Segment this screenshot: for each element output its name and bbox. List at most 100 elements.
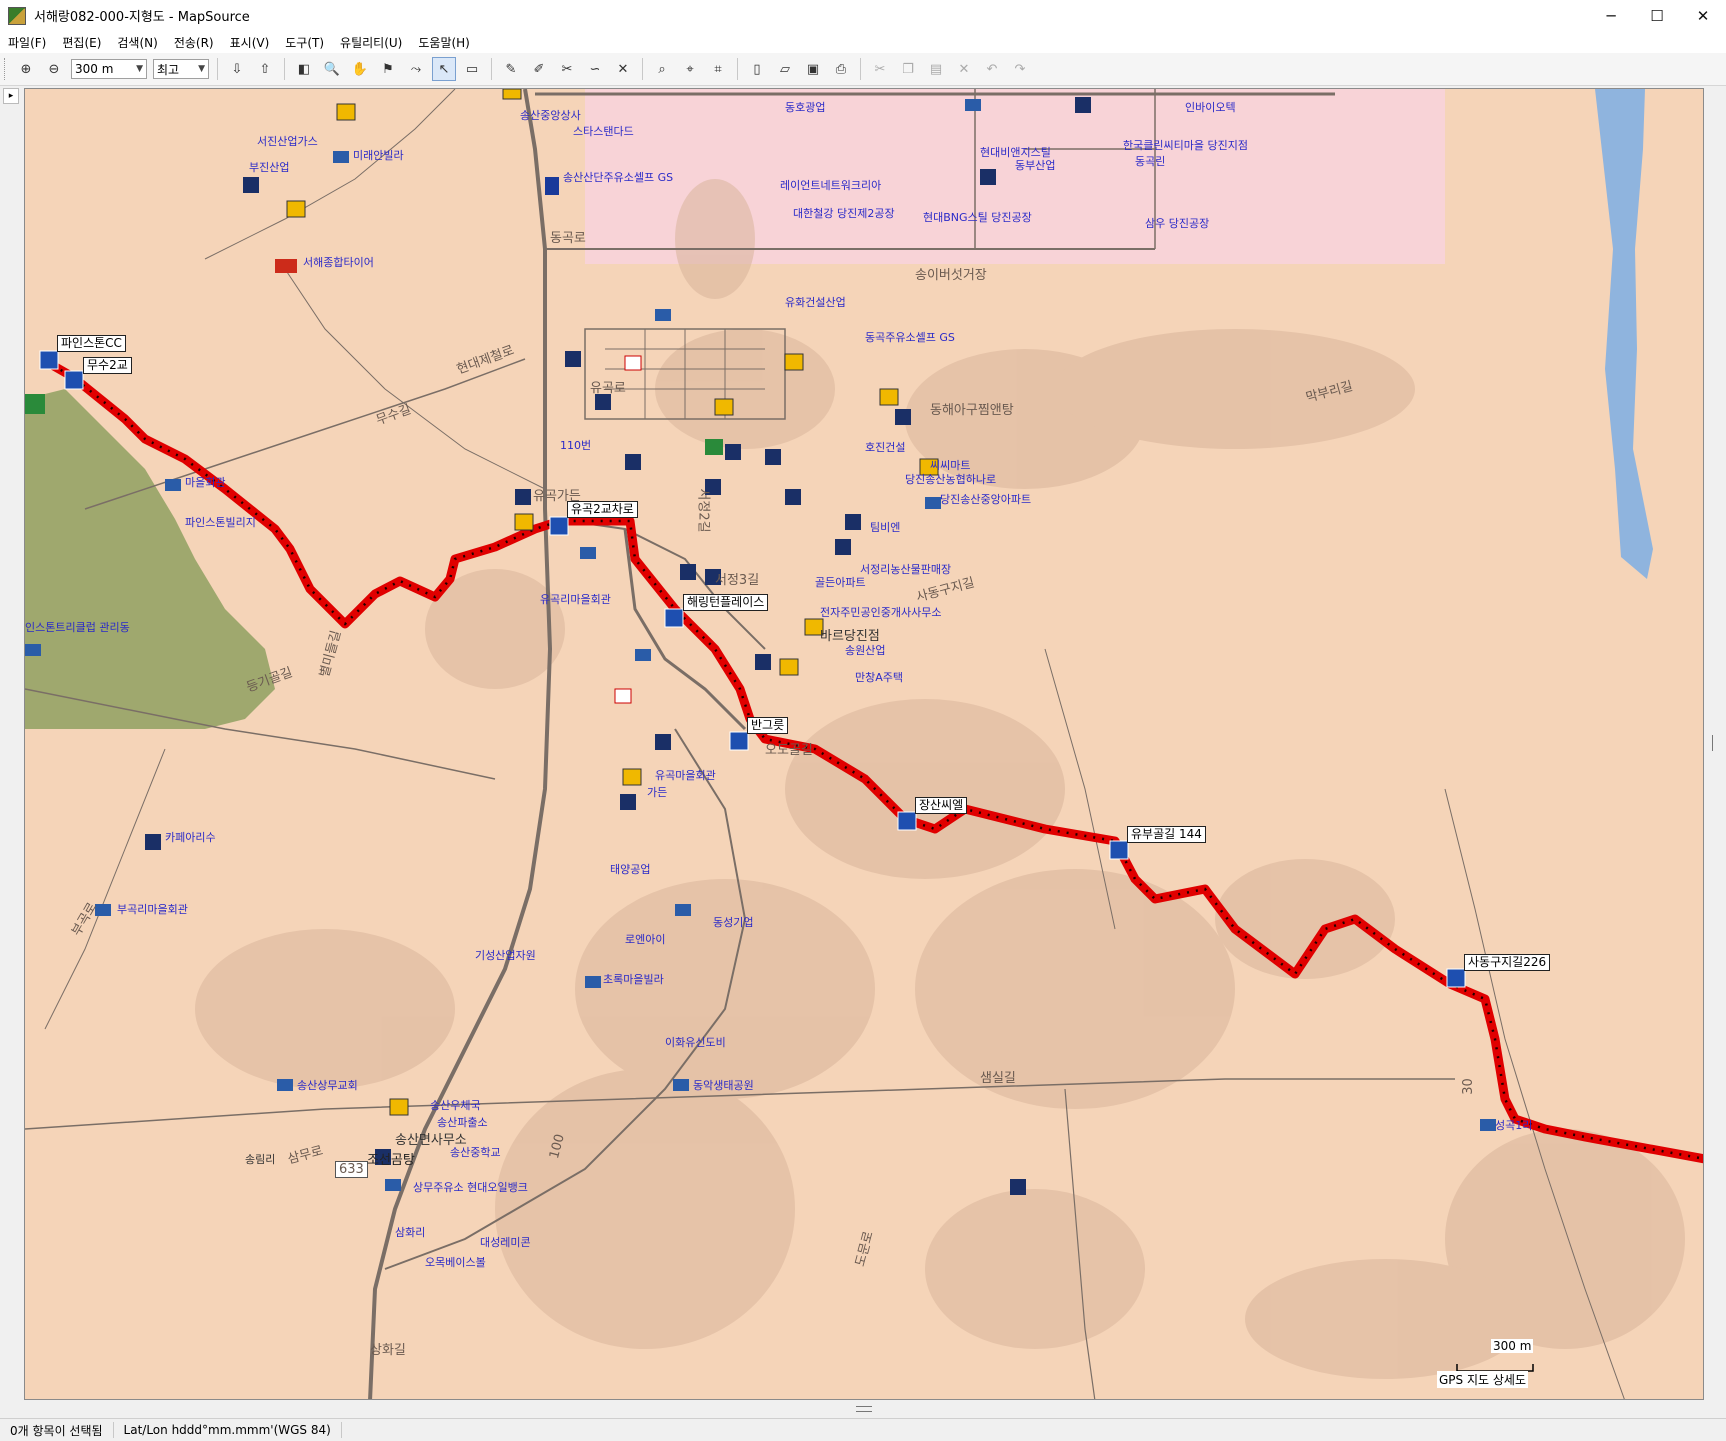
menu-search[interactable]: 검색(N)	[109, 34, 165, 51]
zoom-in-icon[interactable]: ⊕	[14, 57, 38, 81]
camera-icon	[675, 904, 691, 916]
find-icon[interactable]: ⌕	[650, 57, 674, 81]
toolbar-separator	[284, 58, 285, 80]
send-to-device-icon[interactable]: ⇧	[253, 57, 277, 81]
restaurant-icon	[785, 489, 801, 505]
zoom-out-icon[interactable]: ⊖	[42, 57, 66, 81]
poi-label: 미래안빌라	[353, 149, 404, 162]
road-label: 오도골길	[765, 743, 813, 758]
map-canvas[interactable]	[25, 89, 1704, 1400]
road-label: 샘실길	[980, 1071, 1016, 1086]
menu-view[interactable]: 표시(V)	[222, 34, 278, 51]
waypoint-label[interactable]: 유부골길 144	[1127, 826, 1206, 843]
poi-label: 기성산업자원	[475, 949, 536, 962]
open-file-icon[interactable]: ▱	[773, 57, 797, 81]
menu-edit[interactable]: 편집(E)	[54, 34, 109, 51]
camera-icon	[25, 644, 41, 656]
road-label: 상화길	[370, 1343, 406, 1358]
selection-tool-icon[interactable]: ↖	[432, 57, 456, 81]
car-repair-icon	[275, 259, 297, 273]
undo-icon[interactable]: ↶	[980, 57, 1004, 81]
minimize-button[interactable]: ─	[1588, 0, 1634, 31]
save-file-icon[interactable]: ▣	[801, 57, 825, 81]
poi-label: 성곡1리	[1495, 1119, 1533, 1132]
find-place-icon[interactable]: ⌗	[706, 57, 730, 81]
poi-label: 송원산업	[845, 644, 886, 657]
waypoint-label[interactable]: 유곡2교차로	[567, 501, 638, 518]
copy-icon[interactable]: ❐	[896, 57, 920, 81]
waypoint-label[interactable]: 파인스톤CC	[57, 335, 126, 352]
route-number-badge: 633	[335, 1161, 368, 1178]
menu-file[interactable]: 파일(F)	[0, 34, 54, 51]
poi-label: 동부산업	[1015, 159, 1056, 172]
divide-track-icon[interactable]: ✂	[555, 57, 579, 81]
poi-label: 부진산업	[249, 161, 290, 174]
expand-panel-icon[interactable]: ▸	[3, 88, 19, 104]
waypoint-tool-icon[interactable]: ⚑	[376, 57, 400, 81]
title-bar: 서해랑082-000-지형도 - MapSource ─ ☐ ✕	[0, 0, 1726, 31]
menu-utilities[interactable]: 유틸리티(U)	[332, 34, 410, 51]
poi-label: 조선곰탕	[367, 1153, 415, 1168]
paste-icon[interactable]: ▤	[924, 57, 948, 81]
maximize-button[interactable]: ☐	[1634, 0, 1680, 31]
cut-icon[interactable]: ✂	[868, 57, 892, 81]
waypoint-label[interactable]: 무수2교	[83, 357, 132, 374]
poi-label: 초록마을빌라	[603, 973, 664, 986]
horizontal-splitter-grip[interactable]	[856, 1406, 872, 1412]
print-icon[interactable]: ⎙	[829, 57, 853, 81]
pan-tool-icon[interactable]: ✋	[348, 57, 372, 81]
poi-label: 유곡리마을회관	[540, 593, 611, 606]
delete-track-icon[interactable]: ✕	[611, 57, 635, 81]
hiker-waypoint-icon	[64, 370, 84, 390]
restaurant-icon	[565, 351, 581, 367]
new-file-icon[interactable]: ▯	[745, 57, 769, 81]
waypoint-label[interactable]: 반그릇	[747, 717, 789, 734]
erase-track-icon[interactable]: ✐	[527, 57, 551, 81]
hiker-waypoint-icon	[549, 516, 569, 536]
camera-icon	[673, 1079, 689, 1091]
menu-transfer[interactable]: 전송(R)	[166, 34, 222, 51]
toolbar-grip[interactable]	[4, 58, 8, 80]
poi-label: 인바이오텍	[1185, 101, 1236, 114]
poi-label: 서진산업가스	[257, 135, 318, 148]
delete-icon[interactable]: ✕	[952, 57, 976, 81]
toolbar-separator	[491, 58, 492, 80]
map-view[interactable]: 동곡로 현대제철로 무수길 유곡로 서정2길 서정3길 등기골길 별미들길 사동…	[24, 88, 1704, 1400]
road-label: 송이버섯거장	[915, 268, 987, 283]
distance-tool-icon[interactable]: ▭	[460, 57, 484, 81]
poi-label: 로엔아이	[625, 933, 666, 946]
waypoint-label[interactable]: 장산씨엘	[915, 797, 968, 814]
map-tool-icon[interactable]: ◧	[292, 57, 316, 81]
redo-icon[interactable]: ↷	[1008, 57, 1032, 81]
waypoint-label[interactable]: 사동구지길226	[1464, 954, 1551, 971]
zoom-scale-select[interactable]: 300 m ▼	[71, 59, 147, 79]
poi-label: 현대BNG스틸 당진공장	[923, 211, 1032, 224]
menu-tools[interactable]: 도구(T)	[277, 34, 332, 51]
poi-label: 가든	[647, 786, 668, 799]
chevron-down-icon: ▼	[198, 64, 205, 74]
chevron-down-icon: ▼	[136, 64, 143, 74]
poi-label: 부곡리마을회관	[117, 903, 188, 916]
vertical-splitter-grip[interactable]	[1712, 735, 1716, 751]
waypoint-label[interactable]: 해링턴플레이스	[683, 594, 769, 611]
camera-icon	[580, 547, 596, 559]
toolbar-separator	[737, 58, 738, 80]
window-title: 서해랑082-000-지형도 - MapSource	[34, 10, 250, 25]
poi-label: 서해종합타이어	[303, 256, 374, 269]
route-tool-icon[interactable]: ⤳	[404, 57, 428, 81]
menu-help[interactable]: 도움말(H)	[410, 34, 478, 51]
hiker-waypoint-icon	[729, 731, 749, 751]
draw-track-icon[interactable]: ✎	[499, 57, 523, 81]
zoom-tool-icon[interactable]: 🔍	[320, 57, 344, 81]
camera-icon	[925, 497, 941, 509]
receive-from-device-icon[interactable]: ⇩	[225, 57, 249, 81]
join-track-icon[interactable]: ∽	[583, 57, 607, 81]
close-button[interactable]: ✕	[1680, 0, 1726, 31]
find-nearest-icon[interactable]: ⌖	[678, 57, 702, 81]
detail-level-select[interactable]: 최고 ▼	[153, 59, 209, 79]
restaurant-icon	[895, 409, 911, 425]
water-body	[1595, 89, 1653, 579]
detail-level-value: 최고	[157, 62, 180, 77]
lodging-icon	[286, 200, 306, 218]
poi-label: 인스톤트리클럽 관리동	[25, 621, 130, 634]
